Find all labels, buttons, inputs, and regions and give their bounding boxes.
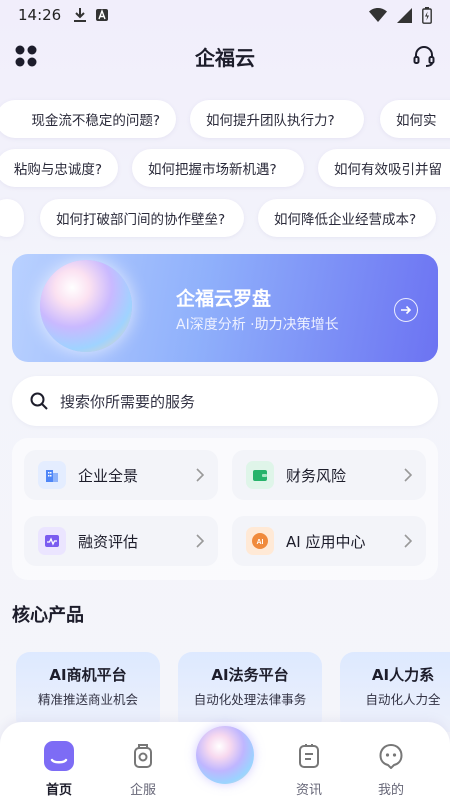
grid-menu-icon[interactable] (14, 44, 38, 68)
app-header: 企福云 (0, 36, 450, 76)
tab-profile[interactable]: 我的 (356, 740, 426, 798)
product-subtitle: 自动化人力全 (365, 692, 441, 707)
chevron-right-icon (196, 468, 204, 482)
question-chip[interactable]: 如何提升团队执行力? (190, 100, 364, 138)
download-icon (74, 8, 87, 22)
translate-icon (96, 9, 109, 21)
page-title: 企福云 (195, 45, 255, 70)
chevron-right-icon (404, 534, 412, 548)
headset-icon[interactable] (412, 44, 436, 68)
pulse-icon (38, 527, 66, 555)
compass-banner[interactable]: 企福云罗盘 AI深度分析 ·助力决策增长 (12, 254, 438, 362)
chevron-right-icon (404, 468, 412, 482)
tab-home[interactable]: 首页 (24, 740, 94, 798)
service-item-financing-evaluation[interactable]: 融资评估 (24, 516, 218, 566)
tab-label: 首页 (45, 783, 72, 798)
product-title: AI法务平台 (211, 666, 289, 684)
question-chip[interactable] (0, 199, 24, 237)
question-chip[interactable]: 现金流不稳定的问题? (0, 100, 176, 138)
orb-image (40, 260, 132, 352)
ai-badge-icon: AI (246, 527, 274, 555)
signal-icon (397, 7, 412, 23)
search-icon (30, 392, 48, 410)
home-icon (43, 740, 75, 772)
service-item-enterprise-overview[interactable]: 企业全景 (24, 450, 218, 500)
svg-text:AI: AI (257, 539, 264, 546)
service-label: 企业全景 (78, 466, 139, 485)
tab-label: 我的 (377, 783, 404, 798)
question-chip[interactable]: 粘购与忠诚度? (0, 149, 118, 187)
question-chip[interactable]: 如何降低企业经营成本? (258, 199, 436, 237)
tab-news[interactable]: 资讯 (274, 740, 344, 798)
banner-subtitle: AI深度分析 ·助力决策增长 (176, 317, 339, 333)
arrow-right-icon[interactable] (394, 298, 418, 322)
battery-icon (422, 6, 432, 24)
profile-icon (375, 740, 407, 772)
service-item-ai-app-center[interactable]: AI AI 应用中心 (232, 516, 426, 566)
product-title: AI商机平台 (49, 666, 127, 684)
service-label: AI 应用中心 (286, 532, 366, 551)
question-chip-row-1: 现金流不稳定的问题? 如何提升团队执行力? 如何实 (0, 100, 450, 138)
question-chip[interactable]: 如何有效吸引并留 (318, 149, 450, 187)
question-chip[interactable]: 如何打破部门间的协作壁垒? (40, 199, 244, 237)
wifi-icon (369, 8, 387, 22)
search-placeholder: 搜索你所需要的服务 (60, 392, 196, 411)
question-chip[interactable]: 如何实 (380, 100, 450, 138)
tab-enterprise-service[interactable]: 企服 (108, 740, 178, 798)
status-time: 14:26 (18, 6, 62, 24)
banner-title: 企福云罗盘 (176, 288, 272, 310)
product-card-ai-opportunity[interactable]: AI商机平台 精准推送商业机会 (16, 652, 160, 732)
product-title: AI人力系 (371, 666, 435, 684)
question-chip-row-2: 粘购与忠诚度? 如何把握市场新机遇? 如何有效吸引并留 (0, 149, 450, 187)
building-icon (38, 461, 66, 489)
tab-label: 资讯 (295, 783, 322, 798)
service-icon (127, 740, 159, 772)
ai-assistant-orb-button[interactable] (196, 726, 254, 784)
product-subtitle: 精准推送商业机会 (37, 692, 138, 707)
search-bar[interactable]: 搜索你所需要的服务 (12, 376, 438, 426)
question-chip-row-3: 如何打破部门间的协作壁垒? 如何降低企业经营成本? (0, 199, 450, 237)
quick-services-card: 企业全景 财务风险 融资评估 AI AI 应用中心 (12, 438, 438, 580)
core-products-title: 核心产品 (12, 605, 84, 626)
service-label: 财务风险 (286, 466, 347, 485)
product-card-ai-hr[interactable]: AI人力系 自动化人力全 (340, 652, 450, 732)
tab-label: 企服 (129, 783, 156, 798)
service-item-financial-risk[interactable]: 财务风险 (232, 450, 426, 500)
status-bar: 14:26 (0, 0, 450, 30)
wallet-icon (246, 461, 274, 489)
product-subtitle: 自动化处理法律事务 (193, 692, 307, 707)
chevron-right-icon (196, 534, 204, 548)
question-chip[interactable]: 如何把握市场新机遇? (132, 149, 304, 187)
service-label: 融资评估 (78, 532, 139, 551)
news-icon (293, 740, 325, 772)
product-card-ai-legal[interactable]: AI法务平台 自动化处理法律事务 (178, 652, 322, 732)
